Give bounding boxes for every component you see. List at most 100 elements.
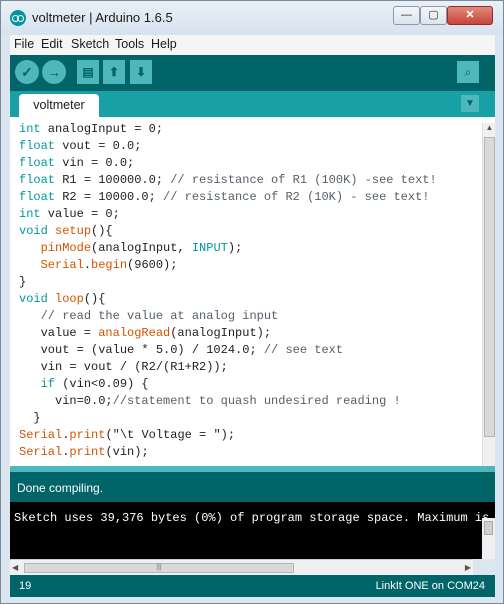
output-console[interactable]: Sketch uses 39,376 bytes (0%) of program… xyxy=(10,502,495,559)
console-horizontal-scrollbar[interactable]: ◀ ||| ▶ xyxy=(10,559,473,575)
code-token: (vin); xyxy=(105,445,149,459)
code-token: // resistance of R1 (100K) -see text! xyxy=(170,173,437,187)
code-text[interactable]: int analogInput = 0; float vout = 0.0; flo… xyxy=(19,121,437,461)
code-token: Serial xyxy=(19,445,63,459)
code-line[interactable]: void loop(){ xyxy=(19,291,437,308)
code-token: //statement to quash undesired reading ! xyxy=(112,394,401,408)
code-token: analogRead xyxy=(98,326,171,340)
code-line[interactable]: Serial.print(vin); xyxy=(19,444,437,461)
menu-file[interactable]: File xyxy=(14,37,34,51)
menu-tools[interactable]: Tools xyxy=(115,37,144,51)
code-token: // resistance of R2 (10K) - see text! xyxy=(163,190,430,204)
open-button[interactable]: ⬆ xyxy=(103,60,125,84)
code-line[interactable]: int analogInput = 0; xyxy=(19,121,437,138)
code-token: (){ xyxy=(91,224,113,238)
code-editor[interactable]: int analogInput = 0; float vout = 0.0; flo… xyxy=(10,117,495,466)
code-line[interactable]: Serial.print("\t Voltage = "); xyxy=(19,427,437,444)
code-line[interactable]: float vin = 0.0; xyxy=(19,155,437,172)
console-vertical-scrollbar[interactable] xyxy=(482,518,495,559)
code-line[interactable]: float vout = 0.0; xyxy=(19,138,437,155)
code-token: if xyxy=(40,377,56,391)
code-line[interactable]: void setup(){ xyxy=(19,223,437,240)
code-token: float xyxy=(19,190,56,204)
code-token: setup xyxy=(55,224,92,238)
code-token: (analogInput, xyxy=(91,241,192,255)
minimize-button[interactable]: — xyxy=(393,6,420,25)
code-token: vin = 0.0; xyxy=(55,156,135,170)
code-token: begin xyxy=(91,258,128,272)
code-token: ); xyxy=(227,241,243,255)
code-token: (analogInput); xyxy=(170,326,272,340)
code-line[interactable]: Serial.begin(9600); xyxy=(19,257,437,274)
new-sketch-button[interactable]: ▤ xyxy=(77,60,99,84)
code-token: print xyxy=(69,428,106,442)
arrow-right-icon: → xyxy=(47,64,61,80)
code-line[interactable]: } xyxy=(19,274,437,291)
code-token: } xyxy=(19,411,41,425)
code-token: } xyxy=(19,275,27,289)
serial-monitor-button[interactable]: ⌕ xyxy=(457,61,479,83)
arrow-down-icon: ⬇ xyxy=(135,65,147,79)
scroll-up-icon[interactable]: ▲ xyxy=(483,123,495,135)
status-message: Done compiling. xyxy=(17,481,104,495)
code-token: void xyxy=(19,292,48,306)
editor-vertical-scrollbar[interactable]: ▲ xyxy=(482,123,495,466)
arduino-ide-window: voltmeter | Arduino 1.6.5 — ▢ ✕ File Edi… xyxy=(0,0,504,604)
footer-bar: 19 LinkIt ONE on COM24 xyxy=(10,575,495,597)
scroll-left-icon[interactable]: ◀ xyxy=(12,563,18,572)
code-token: R1 = 100000.0; xyxy=(55,173,171,187)
close-button[interactable]: ✕ xyxy=(447,6,493,25)
verify-button[interactable]: ✓ xyxy=(15,60,39,84)
code-token: float xyxy=(19,139,56,153)
code-line[interactable]: value = analogRead(analogInput); xyxy=(19,325,437,342)
code-line[interactable]: } xyxy=(19,410,437,427)
code-token: print xyxy=(69,445,106,459)
code-line[interactable]: float R2 = 10000.0; // resistance of R2 … xyxy=(19,189,437,206)
tab-voltmeter[interactable]: voltmeter xyxy=(19,94,99,117)
maximize-button[interactable]: ▢ xyxy=(420,6,447,25)
title-bar[interactable]: voltmeter | Arduino 1.6.5 — ▢ ✕ xyxy=(1,1,503,35)
menu-help[interactable]: Help xyxy=(151,37,177,51)
menu-edit[interactable]: Edit xyxy=(41,37,63,51)
tab-menu-button[interactable]: ▼ xyxy=(461,95,479,112)
arduino-logo-icon xyxy=(10,10,26,26)
horizontal-scroll-thumb[interactable]: ||| xyxy=(24,563,294,573)
menu-sketch[interactable]: Sketch xyxy=(71,37,109,51)
code-token: Serial xyxy=(19,428,63,442)
code-line[interactable]: float R1 = 100000.0; // resistance of R1… xyxy=(19,172,437,189)
console-output-text: Sketch uses 39,376 bytes (0%) of program… xyxy=(14,511,490,525)
code-line[interactable]: vin = vout / (R2/(R1+R2)); xyxy=(19,359,437,376)
scroll-right-icon[interactable]: ▶ xyxy=(465,563,471,572)
scroll-thumb[interactable] xyxy=(484,137,495,437)
save-button[interactable]: ⬇ xyxy=(130,60,152,84)
code-line[interactable]: int value = 0; xyxy=(19,206,437,223)
document-icon: ▤ xyxy=(82,65,94,79)
code-token: (){ xyxy=(83,292,106,306)
toolbar: ✓ → ▤ ⬆ ⬇ ⌕ xyxy=(10,55,495,91)
code-token: vout = (value * 5.0) / 1024.0; xyxy=(19,343,264,357)
code-token: // read the value at analog input xyxy=(40,309,279,323)
code-token: vin=0.0; xyxy=(19,394,113,408)
code-token: void xyxy=(19,224,48,238)
console-scroll-thumb[interactable] xyxy=(484,521,493,535)
code-token: (vin<0.09) { xyxy=(55,377,149,391)
code-token: Serial xyxy=(40,258,84,272)
code-line[interactable]: pinMode(analogInput, INPUT); xyxy=(19,240,437,257)
code-line[interactable]: if (vin<0.09) { xyxy=(19,376,437,393)
code-token: float xyxy=(19,156,56,170)
code-line[interactable]: // read the value at analog input xyxy=(19,308,437,325)
code-token: vin = vout / (R2/(R1+R2)); xyxy=(19,360,228,374)
checkmark-icon: ✓ xyxy=(21,64,33,80)
code-line[interactable]: vout = (value * 5.0) / 1024.0; // see te… xyxy=(19,342,437,359)
code-token: vout = 0.0; xyxy=(55,139,142,153)
code-token: value = 0; xyxy=(40,207,120,221)
upload-button[interactable]: → xyxy=(42,60,66,84)
window-title: voltmeter | Arduino 1.6.5 xyxy=(32,10,173,25)
code-token: int xyxy=(19,207,41,221)
code-line[interactable]: vin=0.0;//statement to quash undesired r… xyxy=(19,393,437,410)
line-number: 19 xyxy=(19,580,32,592)
